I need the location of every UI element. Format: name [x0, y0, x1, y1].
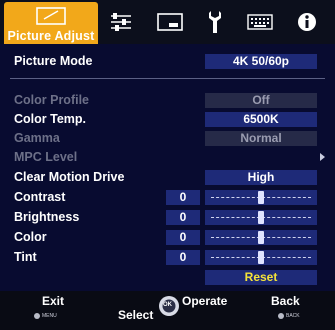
back-sub-label: BACK: [286, 313, 300, 319]
tint-slider[interactable]: [205, 250, 317, 265]
picture-adjust-icon: [36, 7, 66, 30]
projector-menu: Picture Adjust Picture Mode 4K 50/60p Co…: [0, 0, 335, 330]
color-temp-value[interactable]: 6500K: [205, 112, 317, 127]
contrast-value: 0: [166, 190, 200, 205]
reset-button[interactable]: Reset: [205, 270, 317, 285]
color-temp-label: Color Temp.: [14, 112, 86, 126]
tab-input-signal[interactable]: [153, 4, 187, 40]
color-slider[interactable]: [205, 230, 317, 245]
menu-button-icon: [34, 313, 40, 319]
brightness-value: 0: [166, 210, 200, 225]
footer-hints: Exit MENU Select OK Operate Back BACK: [0, 291, 335, 330]
menu-row-gamma[interactable]: Gamma Normal: [0, 129, 335, 149]
tab-display-setup[interactable]: [245, 4, 275, 40]
tab-label: Picture Adjust: [7, 29, 95, 43]
menu-row-reset: Reset: [0, 268, 335, 288]
brightness-label: Brightness: [14, 210, 80, 224]
submenu-arrow-icon: [320, 153, 325, 161]
ok-button-icon: [158, 295, 180, 322]
gamma-value[interactable]: Normal: [205, 131, 317, 146]
divider: [10, 78, 325, 79]
picture-mode-label: Picture Mode: [14, 54, 93, 68]
menu-row-clear-motion-drive[interactable]: Clear Motion Drive High: [0, 168, 335, 188]
tab-picture-adjust[interactable]: Picture Adjust: [4, 2, 98, 44]
wrench-icon: [208, 10, 222, 34]
mpc-level-label: MPC Level: [14, 150, 78, 164]
menu-row-color-temp[interactable]: Color Temp. 6500K: [0, 110, 335, 130]
color-profile-label: Color Profile: [14, 93, 90, 107]
exit-label: Exit: [42, 294, 65, 308]
color-profile-value[interactable]: Off: [205, 93, 317, 108]
tab-bar: Picture Adjust: [0, 0, 335, 44]
menu-row-color-profile[interactable]: Color Profile Off: [0, 91, 335, 111]
ok-badge: OK: [163, 302, 172, 308]
clear-motion-drive-value[interactable]: High: [205, 170, 317, 185]
tab-installation[interactable]: [203, 4, 227, 40]
input-display-icon: [157, 13, 183, 31]
menu-row-tint[interactable]: Tint 0: [0, 248, 335, 268]
tab-adjust-sliders[interactable]: [106, 4, 136, 40]
menu-row-mpc-level[interactable]: MPC Level: [0, 148, 335, 168]
contrast-slider[interactable]: [205, 190, 317, 205]
color-label: Color: [14, 230, 47, 244]
color-value: 0: [166, 230, 200, 245]
clear-motion-drive-label: Clear Motion Drive: [14, 170, 125, 184]
slider-knob[interactable]: [258, 251, 264, 264]
operate-label: Operate: [182, 294, 228, 308]
brightness-slider[interactable]: [205, 210, 317, 225]
menu-row-brightness[interactable]: Brightness 0: [0, 208, 335, 228]
info-icon: [297, 12, 317, 32]
picture-adjust-menu: Picture Mode 4K 50/60p Color Profile Off…: [0, 44, 335, 291]
contrast-label: Contrast: [14, 190, 66, 204]
slider-knob[interactable]: [258, 191, 264, 204]
slider-knob[interactable]: [258, 231, 264, 244]
menu-row-picture-mode[interactable]: Picture Mode 4K 50/60p: [0, 52, 335, 72]
gamma-label: Gamma: [14, 131, 60, 145]
back-label: Back: [271, 294, 300, 308]
sliders-icon: [109, 12, 133, 32]
keyboard-icon: [247, 13, 273, 31]
select-label: Select: [118, 308, 154, 322]
picture-mode-value[interactable]: 4K 50/60p: [205, 54, 317, 69]
slider-knob[interactable]: [258, 211, 264, 224]
back-button-icon: [278, 313, 284, 319]
tab-information[interactable]: [294, 4, 320, 40]
tint-value: 0: [166, 250, 200, 265]
menu-row-contrast[interactable]: Contrast 0: [0, 188, 335, 208]
menu-row-color[interactable]: Color 0: [0, 228, 335, 248]
tint-label: Tint: [14, 250, 37, 264]
exit-sub-label: MENU: [42, 313, 57, 319]
